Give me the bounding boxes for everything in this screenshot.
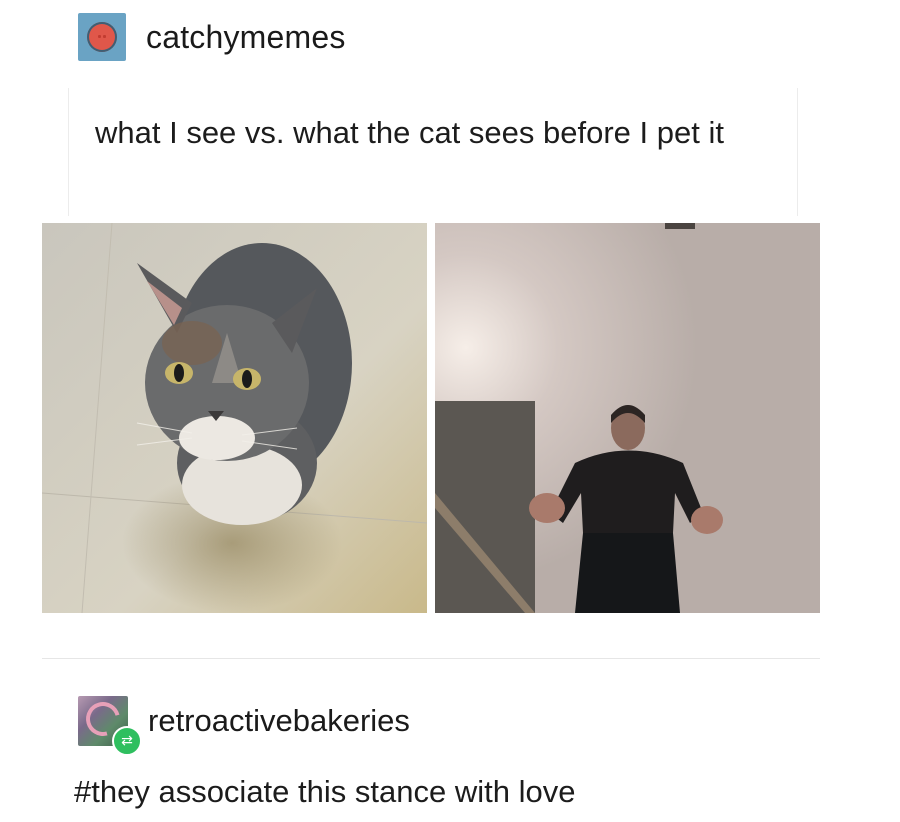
post-caption: what I see vs. what the cat sees before … [95,115,724,150]
reblog-header: ⇄ retroactivebakeries [78,693,410,756]
cat-photo[interactable] [42,223,427,613]
man-photo[interactable] [435,223,820,613]
cat-image [42,223,427,613]
face-mouth-icon [97,35,107,38]
reblogger-avatar[interactable]: ⇄ [78,695,142,756]
post-header: catchymemes [78,12,346,62]
reblogger-username[interactable]: retroactivebakeries [148,703,410,739]
author-avatar[interactable] [78,13,126,61]
reblog-icon: ⇄ [112,726,142,756]
author-username[interactable]: catchymemes [146,19,346,56]
reblog-tags[interactable]: #they associate this stance with love [74,774,575,810]
reblog-divider [42,658,820,659]
man-image [435,223,820,613]
tumblr-post: catchymemes what I see vs. what the cat … [0,0,900,822]
